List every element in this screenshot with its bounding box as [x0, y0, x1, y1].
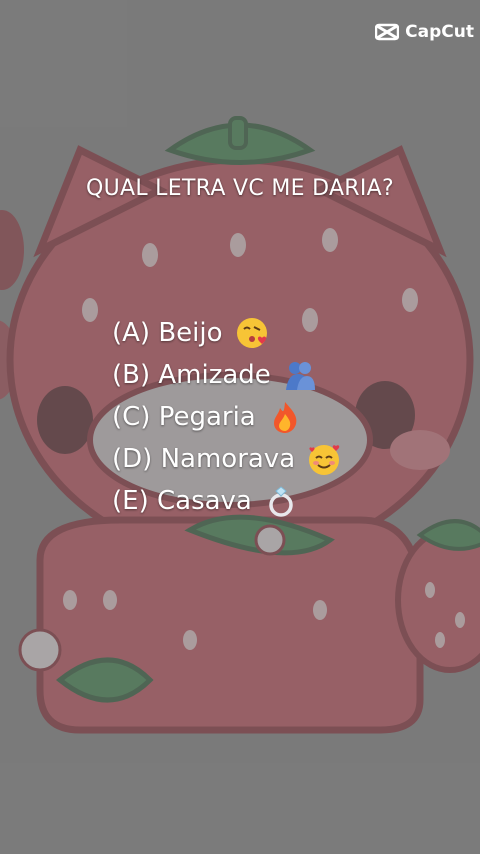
option-e-label: (E) Casava — [112, 486, 252, 516]
option-a-label: (A) Beijo — [112, 318, 223, 348]
fire-icon — [268, 400, 302, 434]
kiss-face-icon — [235, 316, 269, 350]
ring-icon — [264, 484, 298, 518]
option-a: (A) Beijo — [112, 312, 341, 354]
option-d: (D) Namorava — [112, 438, 341, 480]
option-c-label: (C) Pegaria — [112, 402, 256, 432]
smiling-hearts-face-icon — [307, 442, 341, 476]
capcut-logo-icon — [374, 23, 400, 41]
option-c: (C) Pegaria — [112, 396, 341, 438]
question-title: QUAL LETRA VC ME DARIA? — [85, 176, 395, 201]
answer-options-list: (A) Beijo (B) Amizade (C) Pegaria (D) Na… — [112, 312, 341, 522]
option-b-label: (B) Amizade — [112, 360, 271, 390]
option-b: (B) Amizade — [112, 354, 341, 396]
option-e: (E) Casava — [112, 480, 341, 522]
video-frame: CapCut QUAL LETRA VC ME DARIA? (A) Beijo… — [0, 0, 480, 854]
capcut-watermark: CapCut — [374, 22, 474, 42]
option-d-label: (D) Namorava — [112, 444, 296, 474]
people-hugging-icon — [283, 358, 317, 392]
capcut-brand-text: CapCut — [405, 22, 474, 42]
